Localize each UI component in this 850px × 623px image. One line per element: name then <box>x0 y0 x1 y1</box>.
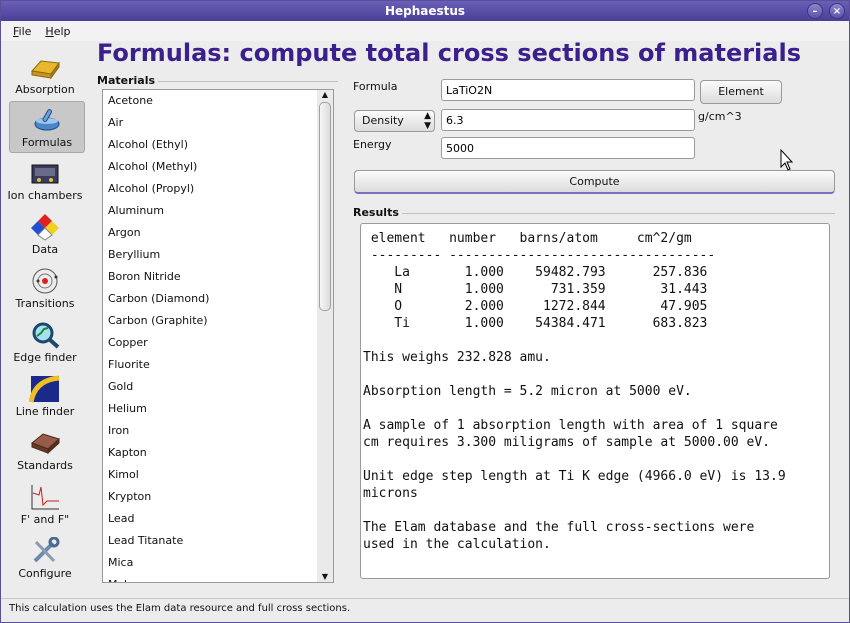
results-group-line <box>353 213 835 214</box>
list-item[interactable]: Carbon (Diamond) <box>103 288 333 310</box>
tools-icon <box>33 537 60 563</box>
sidebar-item-label: Ion chambers <box>7 189 83 202</box>
minimize-button[interactable]: – <box>807 3 823 19</box>
scroll-down-icon[interactable]: ▼ <box>319 572 331 582</box>
hazard-diamond-icon <box>31 214 59 241</box>
density-unit: g/cm^3 <box>698 110 742 123</box>
menu-help[interactable]: Help <box>45 25 70 38</box>
list-item[interactable]: Mica <box>103 552 333 574</box>
sidebar-item-edge-finder[interactable]: Edge finder <box>5 317 85 369</box>
magnifier-icon <box>32 322 60 349</box>
density-select[interactable]: Density ▲ ▼ <box>354 110 435 132</box>
window-title: Hephaestus <box>384 4 466 18</box>
menu-file[interactable]: File <box>13 25 31 38</box>
formula-label: Formula <box>353 80 398 93</box>
sidebar-item-label: Data <box>31 243 59 256</box>
ion-chamber-icon <box>31 164 59 184</box>
list-item[interactable]: Alcohol (Methyl) <box>103 156 333 178</box>
sidebar-item-anomalous[interactable]: F' and F" <box>5 479 85 531</box>
tool-sidebar: Absorption Formulas Ion chambers Data Tr… <box>5 45 85 585</box>
energy-label: Energy <box>353 138 392 151</box>
scroll-thumb[interactable] <box>319 102 331 311</box>
results-text: element number barns/atom cm^2/gm ------… <box>360 223 830 579</box>
list-item[interactable]: Iron <box>103 420 333 442</box>
sidebar-item-data[interactable]: Data <box>5 209 85 261</box>
materials-label: Materials <box>97 74 159 87</box>
compute-button[interactable]: Compute <box>354 170 835 194</box>
page-title: Formulas: compute total cross sections o… <box>97 39 801 67</box>
list-item[interactable]: Copper <box>103 332 333 354</box>
list-item[interactable]: Lead Titanate <box>103 530 333 552</box>
density-select-value: Density <box>362 114 404 127</box>
density-input[interactable] <box>441 109 695 131</box>
list-item[interactable]: Lead <box>103 508 333 530</box>
results-label: Results <box>353 206 402 219</box>
list-item[interactable]: Air <box>103 112 333 134</box>
energy-input[interactable] <box>441 137 695 159</box>
list-item[interactable]: Fluorite <box>103 354 333 376</box>
sidebar-item-ion-chambers[interactable]: Ion chambers <box>5 155 85 207</box>
mouse-cursor-icon <box>780 149 794 171</box>
sidebar-item-label: Configure <box>18 567 72 580</box>
spectrum-icon <box>29 375 60 403</box>
materials-list[interactable]: Acetone Air Alcohol (Ethyl) Alcohol (Methyl… <box>102 89 334 583</box>
sidebar-item-line-finder[interactable]: Line finder <box>5 371 85 423</box>
scroll-up-icon[interactable]: ▲ <box>319 90 331 100</box>
sidebar-item-absorption[interactable]: Absorption <box>5 49 85 101</box>
sidebar-item-label: F' and F" <box>20 513 70 526</box>
list-item[interactable]: Boron Nitride <box>103 266 333 288</box>
menu-bar: File Help <box>1 21 849 41</box>
window-controls: – × <box>807 3 845 19</box>
list-item[interactable]: Acetone <box>103 90 333 112</box>
sidebar-item-transitions[interactable]: Transitions <box>5 263 85 315</box>
materials-scrollbar[interactable]: ▲ ▼ <box>317 90 333 582</box>
list-item[interactable]: Kapton <box>103 442 333 464</box>
sidebar-item-label: Absorption <box>15 83 75 96</box>
sample-case-icon <box>31 433 60 455</box>
sidebar-item-label: Line finder <box>15 405 75 418</box>
list-item[interactable]: Aluminum <box>103 200 333 222</box>
list-item[interactable]: Carbon (Graphite) <box>103 310 333 332</box>
list-item[interactable]: Helium <box>103 398 333 420</box>
list-item[interactable]: Beryllium <box>103 244 333 266</box>
sidebar-item-configure[interactable]: Configure <box>5 533 85 585</box>
mortar-pestle-icon <box>34 109 60 131</box>
list-item[interactable]: Kimol <box>103 464 333 486</box>
updown-arrows-icon: ▲ ▼ <box>424 111 431 131</box>
sidebar-item-label: Standards <box>17 459 73 472</box>
materials-rows: Acetone Air Alcohol (Ethyl) Alcohol (Methyl… <box>103 90 333 582</box>
gold-bar-icon <box>31 60 60 80</box>
list-item[interactable]: Mylar <box>103 574 333 582</box>
status-bar: This calculation uses the Elam data reso… <box>1 598 849 622</box>
list-item[interactable]: Alcohol (Propyl) <box>103 178 333 200</box>
sidebar-item-label: Edge finder <box>13 351 77 364</box>
list-item[interactable]: Alcohol (Ethyl) <box>103 134 333 156</box>
close-button[interactable]: × <box>829 3 845 19</box>
sidebar-item-standards[interactable]: Standards <box>5 425 85 477</box>
sidebar-item-label: Formulas <box>21 136 73 149</box>
list-item[interactable]: Krypton <box>103 486 333 508</box>
atom-icon <box>32 268 58 294</box>
formula-input[interactable] <box>441 79 695 101</box>
sidebar-item-label: Transitions <box>15 297 75 310</box>
title-bar: Hephaestus – × <box>1 1 849 21</box>
anomalous-plot-icon <box>31 485 59 510</box>
element-button[interactable]: Element <box>700 80 782 104</box>
list-item[interactable]: Gold <box>103 376 333 398</box>
app-window: Hephaestus – × File Help Absorption Form… <box>0 0 850 623</box>
sidebar-item-formulas[interactable]: Formulas <box>9 101 85 153</box>
list-item[interactable]: Argon <box>103 222 333 244</box>
